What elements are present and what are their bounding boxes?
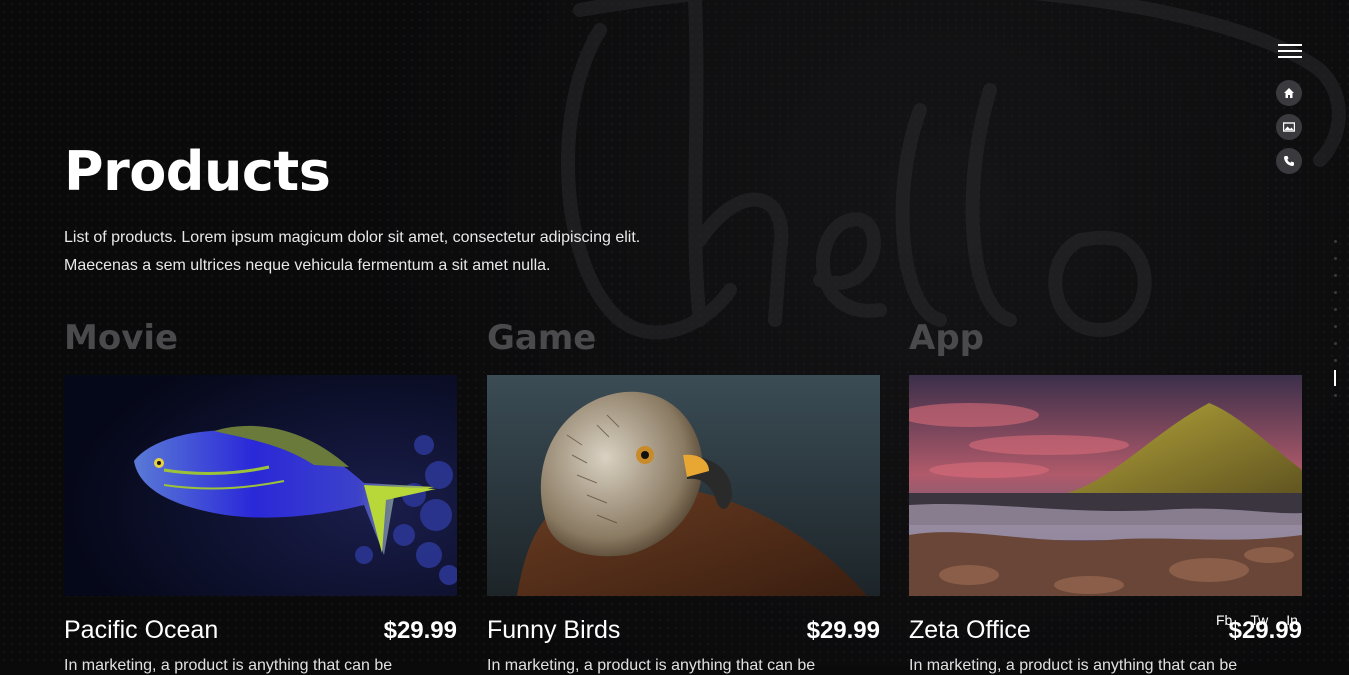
product-name[interactable]: Funny Birds [487, 616, 620, 645]
product-image-fish[interactable] [64, 375, 457, 596]
category-heading: Movie [64, 318, 179, 358]
section-scroll-indicator[interactable] [1334, 240, 1337, 411]
scroll-dot[interactable] [1334, 308, 1337, 311]
product-description: In marketing, a product is anything that… [909, 657, 1238, 674]
social-link-linkedin[interactable]: In [1286, 612, 1298, 628]
category-heading: Game [487, 318, 597, 358]
product-price: $29.99 [806, 617, 880, 644]
scroll-dot[interactable] [1334, 240, 1337, 243]
scroll-dot-active[interactable] [1334, 370, 1336, 386]
scroll-dot[interactable] [1334, 394, 1337, 397]
scroll-dot[interactable] [1334, 359, 1337, 362]
home-icon [1284, 88, 1294, 98]
product-name[interactable]: Pacific Ocean [64, 616, 218, 645]
nav-gallery-button[interactable] [1276, 114, 1302, 140]
social-link-facebook[interactable]: Fb [1216, 612, 1232, 628]
product-description: In marketing, a product is anything that… [64, 657, 393, 674]
gallery-icon [1283, 122, 1295, 132]
hamburger-icon-line [1278, 44, 1302, 46]
category-heading: App [909, 318, 984, 358]
product-card[interactable]: Zeta Office $29.99 In marketing, a produ… [909, 375, 1302, 675]
product-description: In marketing, a product is anything that… [487, 657, 816, 674]
product-image-mountain[interactable] [909, 375, 1302, 596]
nav-home-button[interactable] [1276, 80, 1302, 106]
scroll-dot[interactable] [1334, 325, 1337, 328]
social-links: Fb Tw In [1216, 612, 1298, 628]
side-nav [1276, 80, 1302, 182]
page-intro: List of products. Lorem ipsum magicum do… [64, 229, 641, 274]
scroll-dot[interactable] [1334, 342, 1337, 345]
product-price: $29.99 [383, 617, 457, 644]
scroll-dot[interactable] [1334, 291, 1337, 294]
hamburger-menu-button[interactable] [1278, 44, 1302, 60]
product-card[interactable]: Funny Birds $29.99 In marketing, a produ… [487, 375, 880, 675]
page-title: Products [64, 140, 331, 203]
scroll-dot[interactable] [1334, 257, 1337, 260]
social-link-twitter[interactable]: Tw [1250, 612, 1268, 628]
scroll-dot[interactable] [1334, 274, 1337, 277]
nav-phone-button[interactable] [1276, 148, 1302, 174]
product-card[interactable]: Pacific Ocean $29.99 In marketing, a pro… [64, 375, 457, 675]
hamburger-icon-line [1278, 50, 1302, 52]
product-name[interactable]: Zeta Office [909, 616, 1031, 645]
hamburger-icon-line [1278, 56, 1302, 58]
phone-icon [1284, 156, 1294, 166]
product-image-eagle[interactable] [487, 375, 880, 596]
